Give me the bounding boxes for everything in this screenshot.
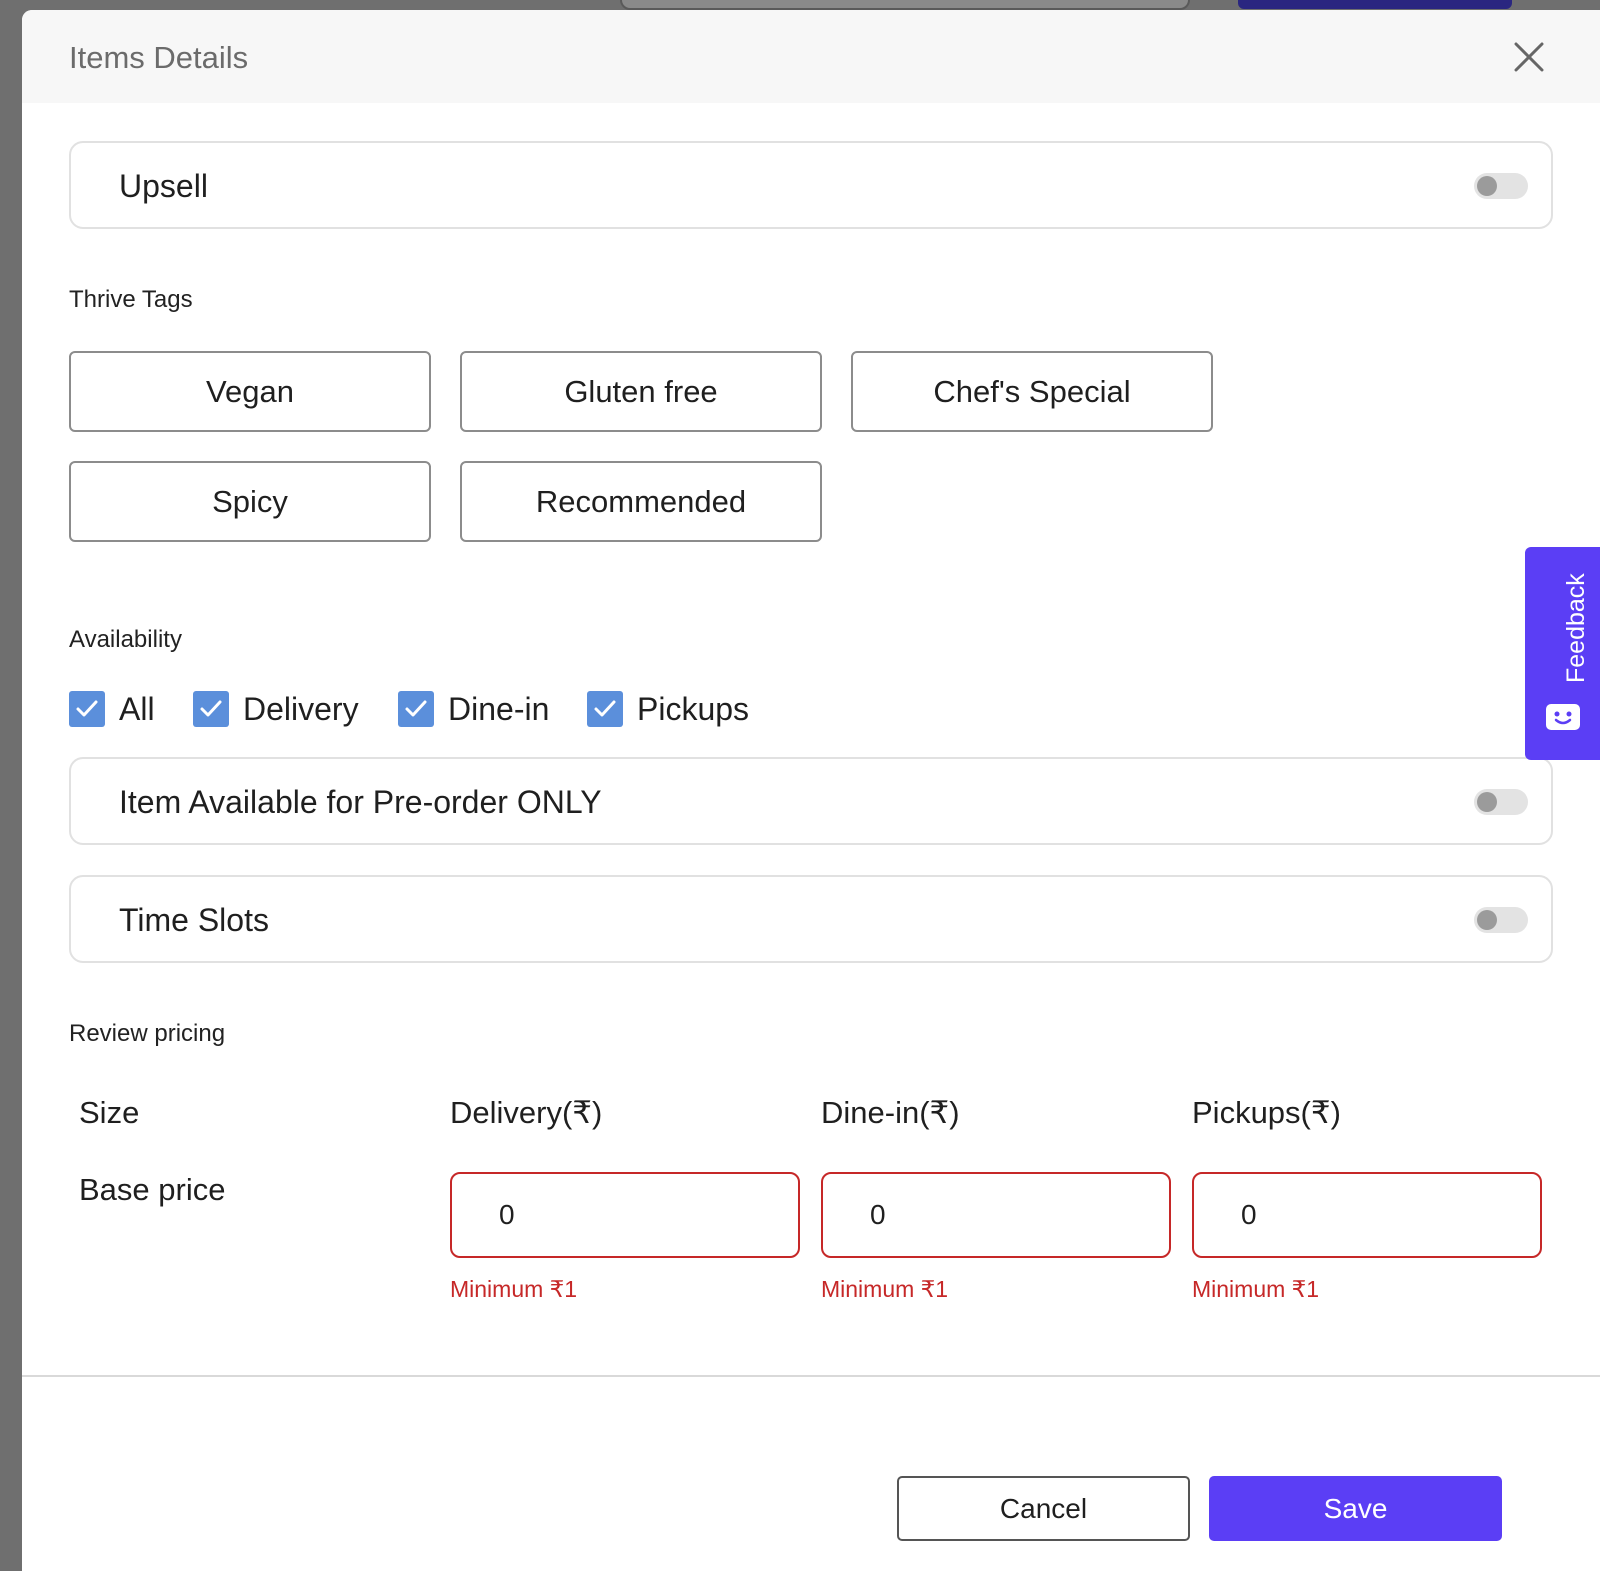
background-search-pill xyxy=(620,0,1190,10)
delivery-price-header: Delivery(₹) xyxy=(450,1095,603,1130)
feedback-tab[interactable]: Feedback xyxy=(1525,547,1600,760)
cancel-button[interactable]: Cancel xyxy=(897,1476,1190,1541)
time-slots-toggle[interactable] xyxy=(1474,907,1528,933)
dine-in-price-header: Dine-in(₹) xyxy=(821,1095,960,1130)
upsell-label: Upsell xyxy=(119,168,208,204)
availability-delivery-checkbox[interactable]: Delivery xyxy=(193,690,359,728)
tag-gluten-free[interactable]: Gluten free xyxy=(460,351,822,432)
items-details-modal: Items Details Upsell Thrive Tags Vegan G… xyxy=(22,10,1600,1571)
background-button xyxy=(1238,0,1512,9)
tag-vegan[interactable]: Vegan xyxy=(69,351,431,432)
availability-dine-in-checkbox[interactable]: Dine-in xyxy=(398,690,549,728)
preorder-label: Item Available for Pre-order ONLY xyxy=(119,784,602,820)
checkbox-checked-icon xyxy=(398,691,434,727)
pickups-price-error: Minimum ₹1 xyxy=(1192,1276,1320,1302)
preorder-toggle[interactable] xyxy=(1474,789,1528,815)
delivery-price-input[interactable] xyxy=(450,1172,800,1258)
feedback-label: Feedback xyxy=(1562,573,1590,683)
availability-pickups-label: Pickups xyxy=(637,690,750,727)
delivery-price-error: Minimum ₹1 xyxy=(450,1276,578,1302)
availability-all-label: All xyxy=(119,690,155,727)
toggle-knob xyxy=(1477,792,1497,812)
availability-pickups-checkbox[interactable]: Pickups xyxy=(587,690,749,728)
time-slots-card: Time Slots xyxy=(69,875,1553,963)
tag-recommended[interactable]: Recommended xyxy=(460,461,822,542)
modal-header: Items Details xyxy=(22,10,1600,103)
time-slots-label: Time Slots xyxy=(119,902,269,938)
upsell-toggle[interactable] xyxy=(1474,173,1528,199)
availability-delivery-label: Delivery xyxy=(243,690,359,727)
toggle-knob xyxy=(1477,176,1497,196)
upsell-card: Upsell xyxy=(69,141,1553,229)
pickups-price-header: Pickups(₹) xyxy=(1192,1095,1341,1130)
thrive-tags-heading: Thrive Tags xyxy=(69,286,193,313)
content-divider xyxy=(22,1375,1600,1377)
preorder-card: Item Available for Pre-order ONLY xyxy=(69,757,1553,845)
dine-in-price-input[interactable] xyxy=(821,1172,1171,1258)
base-price-label: Base price xyxy=(79,1172,226,1207)
review-pricing-heading: Review pricing xyxy=(69,1020,226,1047)
close-icon[interactable] xyxy=(1512,40,1546,74)
size-column-header: Size xyxy=(79,1095,140,1130)
pickups-price-input[interactable] xyxy=(1192,1172,1542,1258)
tag-spicy[interactable]: Spicy xyxy=(69,461,431,542)
feedback-chat-icon xyxy=(1544,702,1582,732)
availability-dine-in-label: Dine-in xyxy=(448,690,550,727)
availability-all-checkbox[interactable]: All xyxy=(69,690,155,728)
dine-in-price-error: Minimum ₹1 xyxy=(821,1276,949,1302)
availability-heading: Availability xyxy=(69,626,182,653)
modal-title: Items Details xyxy=(69,40,249,75)
save-button[interactable]: Save xyxy=(1209,1476,1502,1541)
checkbox-checked-icon xyxy=(69,691,105,727)
toggle-knob xyxy=(1477,910,1497,930)
tag-chefs-special[interactable]: Chef's Special xyxy=(851,351,1213,432)
checkbox-checked-icon xyxy=(193,691,229,727)
checkbox-checked-icon xyxy=(587,691,623,727)
